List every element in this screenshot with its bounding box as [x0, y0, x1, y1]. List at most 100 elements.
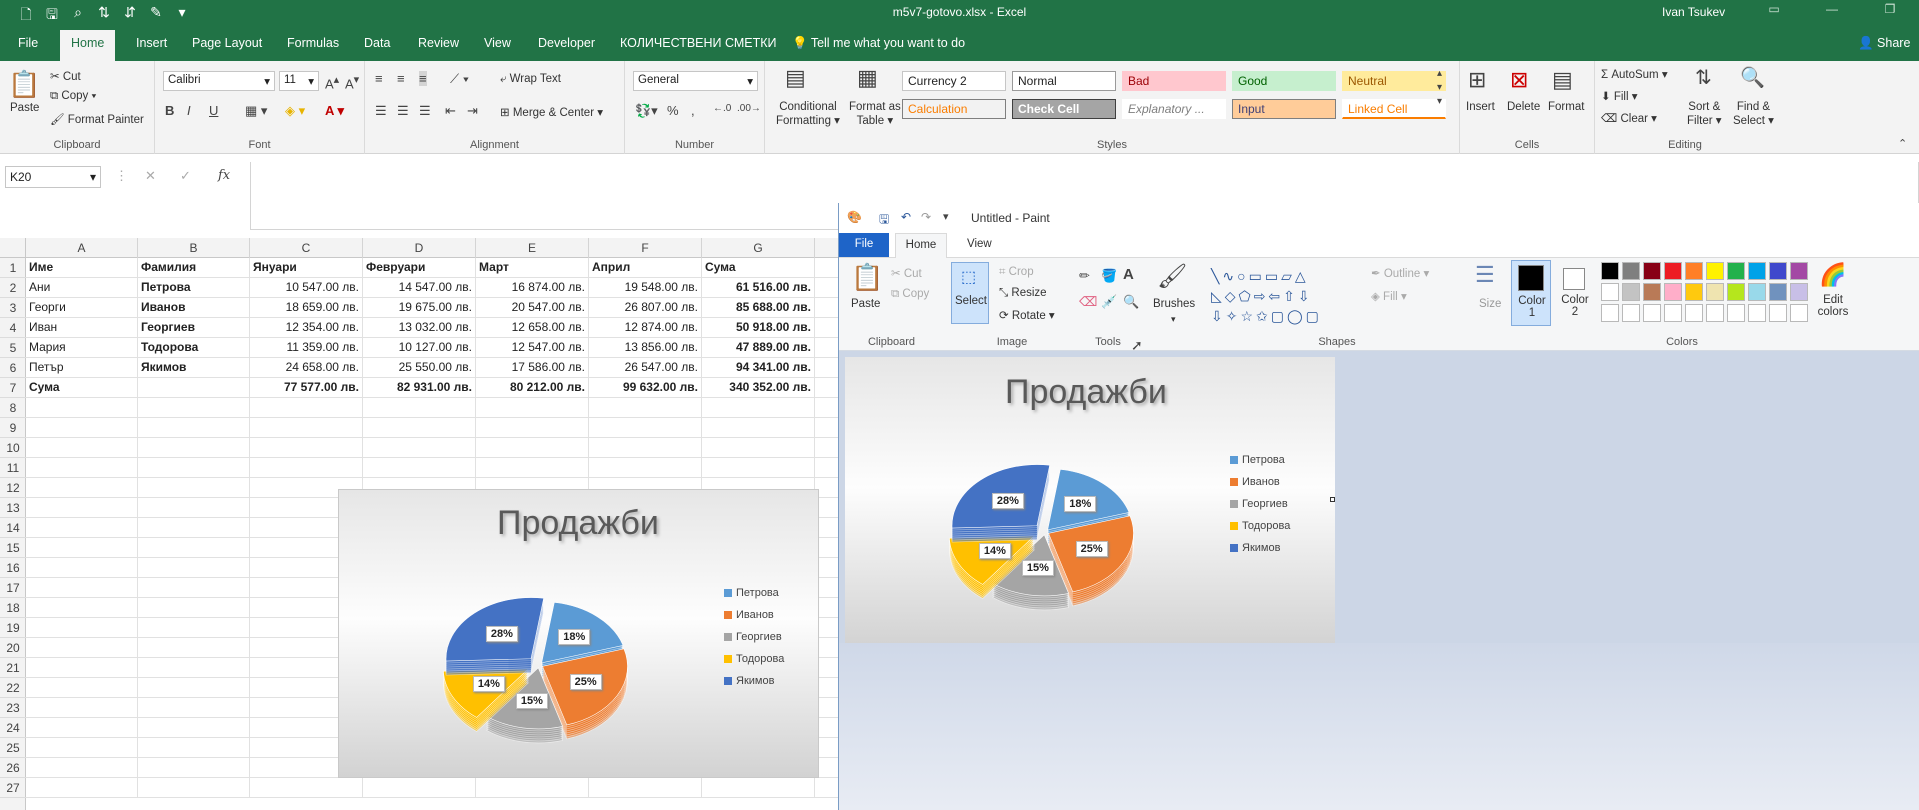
tab-file[interactable]: File: [18, 36, 38, 50]
palette-swatch[interactable]: [1790, 283, 1808, 301]
cell[interactable]: [26, 578, 138, 598]
borders-icon[interactable]: ▦ ▾: [245, 103, 267, 119]
cell[interactable]: [589, 398, 702, 418]
find-select-button[interactable]: Find & Select ▾: [1733, 101, 1774, 127]
row-header[interactable]: 23: [0, 698, 26, 718]
cell[interactable]: [26, 758, 138, 778]
cell[interactable]: 12 658.00 лв.: [476, 318, 589, 338]
cell[interactable]: [138, 518, 250, 538]
cell[interactable]: [138, 498, 250, 518]
row-header[interactable]: 18: [0, 598, 26, 618]
cell[interactable]: [138, 438, 250, 458]
cell[interactable]: [138, 538, 250, 558]
restore-icon[interactable]: ❐: [1861, 2, 1919, 16]
wrap-text-button[interactable]: ⤶ Wrap Text: [500, 73, 561, 86]
cell[interactable]: [250, 778, 363, 798]
cell[interactable]: 11 359.00 лв.: [250, 338, 363, 358]
autosum-button[interactable]: Σ AutoSum ▾: [1601, 67, 1668, 81]
cell[interactable]: 80 212.00 лв.: [476, 378, 589, 398]
palette-swatch-empty[interactable]: [1748, 304, 1766, 322]
cell[interactable]: [589, 438, 702, 458]
magnifier-icon[interactable]: 🔍: [1123, 294, 1139, 310]
merge-center-button[interactable]: ⊞ Merge & Center ▾: [500, 105, 603, 119]
cell[interactable]: 47 889.00 лв.: [702, 338, 815, 358]
cell[interactable]: [26, 498, 138, 518]
paint-tab-home[interactable]: Home: [895, 233, 947, 258]
cell[interactable]: [476, 458, 589, 478]
palette-swatch-empty[interactable]: [1790, 304, 1808, 322]
tab-home[interactable]: Home: [60, 30, 116, 61]
size-icon[interactable]: ☰: [1475, 262, 1495, 288]
cell[interactable]: [363, 398, 476, 418]
format-cells-icon[interactable]: ▤: [1552, 67, 1573, 93]
cell[interactable]: Януари: [250, 258, 363, 278]
cell[interactable]: Име: [26, 258, 138, 278]
cell[interactable]: 94 341.00 лв.: [702, 358, 815, 378]
color-picker-icon[interactable]: 💉: [1101, 294, 1117, 310]
cell[interactable]: [138, 418, 250, 438]
insert-button[interactable]: Insert: [1466, 101, 1495, 113]
name-box[interactable]: K20 ▾: [5, 166, 101, 188]
cell[interactable]: [26, 598, 138, 618]
palette-swatch[interactable]: [1706, 283, 1724, 301]
align-top-icon[interactable]: ≡: [375, 71, 383, 86]
excel-chart[interactable]: Продажби Петрова Иванов Георгиев Тодорова Як…: [338, 489, 819, 778]
cell[interactable]: Сума: [26, 378, 138, 398]
currency-icon[interactable]: 💱▾: [635, 103, 658, 119]
underline-button[interactable]: U: [209, 103, 218, 118]
cell[interactable]: [363, 458, 476, 478]
format-as-table-button[interactable]: Format as Table ▾: [849, 101, 901, 127]
select-all-corner[interactable]: [0, 238, 26, 258]
fill-button[interactable]: ⬇ Fill ▾: [1601, 89, 1638, 103]
grow-font-icon[interactable]: A▴: [325, 73, 339, 91]
cell[interactable]: 13 856.00 лв.: [589, 338, 702, 358]
cell[interactable]: 99 632.00 лв.: [589, 378, 702, 398]
cell[interactable]: [138, 698, 250, 718]
paint-crop-button[interactable]: ⌗ Crop: [999, 266, 1034, 279]
row-header[interactable]: 4: [0, 318, 26, 338]
palette-swatch-empty[interactable]: [1685, 304, 1703, 322]
palette-swatch-empty[interactable]: [1727, 304, 1745, 322]
paint-rotate-button[interactable]: ⟳ Rotate ▾: [999, 308, 1055, 322]
cell[interactable]: 340 352.00 лв.: [702, 378, 815, 398]
cell-style-item[interactable]: Good: [1232, 71, 1336, 91]
row-header[interactable]: 26: [0, 758, 26, 778]
cell[interactable]: 25 550.00 лв.: [363, 358, 476, 378]
cell[interactable]: [26, 618, 138, 638]
cell[interactable]: [476, 398, 589, 418]
palette-swatch[interactable]: [1685, 283, 1703, 301]
cancel-icon[interactable]: ✕: [145, 168, 156, 184]
collapse-ribbon-icon[interactable]: ⌃: [1898, 137, 1907, 150]
cell[interactable]: [589, 458, 702, 478]
row-header[interactable]: 2: [0, 278, 26, 298]
row-header[interactable]: 25: [0, 738, 26, 758]
palette-swatch-empty[interactable]: [1622, 304, 1640, 322]
pencil-icon[interactable]: ✏: [1079, 268, 1090, 284]
paint-select-button[interactable]: ⬚ Select: [951, 262, 989, 324]
cell[interactable]: 12 874.00 лв.: [589, 318, 702, 338]
cell[interactable]: Март: [476, 258, 589, 278]
paint-canvas[interactable]: Продажби Петрова Иванов Георгиев Тодорова Як…: [845, 357, 1336, 648]
cell[interactable]: [138, 618, 250, 638]
minimize-icon[interactable]: —: [1803, 2, 1861, 16]
cell[interactable]: [26, 518, 138, 538]
cell[interactable]: Сума: [702, 258, 815, 278]
color2-button[interactable]: Color 2: [1555, 260, 1595, 326]
font-name-select[interactable]: Calibri ▾: [163, 71, 275, 91]
paint-fill-button[interactable]: ◈ Fill ▾: [1371, 289, 1407, 303]
cell[interactable]: 12 547.00 лв.: [476, 338, 589, 358]
column-header[interactable]: E: [476, 238, 589, 258]
cell[interactable]: [702, 398, 815, 418]
cell[interactable]: [702, 418, 815, 438]
eraser-icon[interactable]: ⌫: [1079, 294, 1097, 310]
orientation-icon[interactable]: ⟋ ▾: [450, 71, 469, 87]
tell-me-search[interactable]: 💡 Tell me what you want to do: [792, 36, 965, 51]
tab-page-layout[interactable]: Page Layout: [192, 36, 262, 50]
brush-icon[interactable]: 🖌: [1157, 262, 1187, 291]
cell[interactable]: [26, 778, 138, 798]
palette-swatch[interactable]: [1706, 262, 1724, 280]
cell[interactable]: Април: [589, 258, 702, 278]
cell[interactable]: [26, 558, 138, 578]
share-button[interactable]: 👤 Share: [1858, 36, 1910, 51]
column-header[interactable]: B: [138, 238, 250, 258]
